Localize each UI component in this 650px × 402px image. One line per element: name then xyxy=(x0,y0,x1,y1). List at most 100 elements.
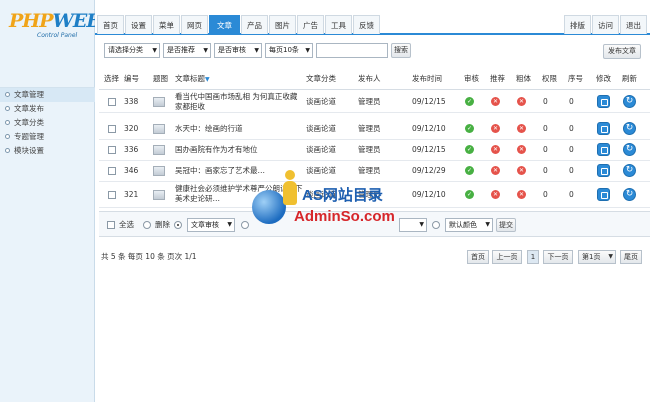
row-order: 0 xyxy=(569,190,574,199)
cross-icon[interactable]: ✕ xyxy=(517,145,526,154)
table-row: 336 国办画院有作为才有地位 谈画论道 管理员 09/12/15 ✓ ✕ ✕ … xyxy=(99,139,650,161)
refresh-icon[interactable]: ↻ xyxy=(623,122,636,135)
option-radio[interactable] xyxy=(241,221,249,229)
check-icon[interactable]: ✓ xyxy=(465,145,474,154)
publish-article-button[interactable]: 发布文章 xyxy=(603,44,641,59)
tab-tools[interactable]: 工具 xyxy=(325,15,352,34)
cross-icon[interactable]: ✕ xyxy=(517,124,526,133)
audit-radio[interactable] xyxy=(174,221,182,229)
tab-logout[interactable]: 退出 xyxy=(620,15,647,34)
search-input[interactable] xyxy=(316,43,388,58)
check-icon[interactable]: ✓ xyxy=(465,166,474,175)
image-icon[interactable] xyxy=(153,166,165,176)
tab-visit[interactable]: 访问 xyxy=(592,15,619,34)
watermark-url: AdminSo.com xyxy=(294,208,395,225)
audit-select[interactable]: 是否审核 ▼ xyxy=(214,43,262,58)
row-category: 谈画论道 xyxy=(306,145,336,154)
refresh-icon[interactable]: ↻ xyxy=(623,188,636,201)
col-edit: 修改 xyxy=(596,74,611,83)
color-select[interactable]: 默认颜色 ▼ xyxy=(445,218,493,232)
row-checkbox[interactable] xyxy=(108,125,116,133)
tab-home[interactable]: 首页 xyxy=(97,15,124,34)
select-all-label: 全选 xyxy=(119,220,134,229)
cross-icon[interactable]: ✕ xyxy=(517,190,526,199)
tab-articles[interactable]: 文章 xyxy=(209,15,240,34)
page-jump-select[interactable]: 第1页 ▼ xyxy=(578,250,616,264)
tab-menu[interactable]: 菜单 xyxy=(153,15,180,34)
tab-layout[interactable]: 排版 xyxy=(564,15,591,34)
last-page-button[interactable]: 尾页 xyxy=(620,250,642,264)
bullet-icon xyxy=(5,92,10,97)
row-checkbox[interactable] xyxy=(108,146,116,154)
cross-icon[interactable]: ✕ xyxy=(517,166,526,175)
check-icon[interactable]: ✓ xyxy=(465,97,474,106)
cross-icon[interactable]: ✕ xyxy=(517,97,526,106)
top-nav: 首页 设置 菜单 网页 文章 产品 图片 广告 工具 反馈 排版 访问 退出 xyxy=(95,0,650,35)
refresh-icon[interactable]: ↻ xyxy=(623,95,636,108)
cross-icon[interactable]: ✕ xyxy=(491,145,500,154)
image-icon[interactable] xyxy=(153,190,165,200)
refresh-icon[interactable]: ↻ xyxy=(623,164,636,177)
tab-products[interactable]: 产品 xyxy=(241,15,268,34)
chevron-down-icon: ▼ xyxy=(203,47,208,54)
edit-icon[interactable] xyxy=(597,188,610,201)
row-checkbox[interactable] xyxy=(108,191,116,199)
row-title-link[interactable]: 水天中：绘画的行道 xyxy=(175,118,243,140)
row-date: 09/12/10 xyxy=(412,124,446,133)
per-page-select[interactable]: 每页10条 ▼ xyxy=(265,43,313,58)
col-select: 选择 xyxy=(104,74,119,83)
edit-icon[interactable] xyxy=(597,95,610,108)
current-page[interactable]: 1 xyxy=(527,250,539,264)
row-title-link[interactable]: 看当代中国画市场乱相 为何真正收藏家都拒收 xyxy=(175,92,303,112)
row-permission: 0 xyxy=(543,97,548,106)
watermark: AS网站目录 AdminSo.com xyxy=(250,170,430,242)
recommend-select[interactable]: 是否推荐 ▼ xyxy=(163,43,211,58)
row-date: 09/12/15 xyxy=(412,145,446,154)
col-category: 文章分类 xyxy=(306,74,336,83)
logo: PHPWEB Control Panel xyxy=(9,10,102,44)
sidebar-item-article-category[interactable]: 文章分类 xyxy=(0,116,95,130)
row-checkbox[interactable] xyxy=(108,167,116,175)
cross-icon[interactable]: ✕ xyxy=(491,166,500,175)
check-icon[interactable]: ✓ xyxy=(465,190,474,199)
refresh-icon[interactable]: ↻ xyxy=(623,143,636,156)
sidebar-item-module-settings[interactable]: 模块设置 xyxy=(0,144,95,158)
next-page-button[interactable]: 下一页 xyxy=(543,250,573,264)
sidebar-item-topic-manage[interactable]: 专题管理 xyxy=(0,130,95,144)
image-icon[interactable] xyxy=(153,124,165,134)
sidebar-item-article-publish[interactable]: 文章发布 xyxy=(0,102,95,116)
cross-icon[interactable]: ✕ xyxy=(491,124,500,133)
color-radio[interactable] xyxy=(432,221,440,229)
table-row: 320 水天中：绘画的行道 谈画论道 管理员 09/12/10 ✓ ✕ ✕ 0 … xyxy=(99,118,650,140)
col-title[interactable]: 文章标题▼ xyxy=(175,68,210,91)
search-button[interactable]: 搜索 xyxy=(391,43,411,58)
prev-page-button[interactable]: 上一页 xyxy=(492,250,522,264)
left-sidebar: PHPWEB Control Panel 文章管理 文章发布 文章分类 专题管理… xyxy=(0,0,102,402)
submit-button[interactable]: 提交 xyxy=(496,218,516,232)
delete-radio[interactable] xyxy=(143,221,151,229)
row-checkbox[interactable] xyxy=(108,98,116,106)
row-permission: 0 xyxy=(543,190,548,199)
edit-icon[interactable] xyxy=(597,164,610,177)
first-page-button[interactable]: 首页 xyxy=(467,250,489,264)
image-icon[interactable] xyxy=(153,145,165,155)
tab-settings[interactable]: 设置 xyxy=(125,15,152,34)
sidebar-item-article-manage[interactable]: 文章管理 xyxy=(0,88,95,102)
audit-action-select[interactable]: 文章审核 ▼ xyxy=(187,218,235,232)
cross-icon[interactable]: ✕ xyxy=(491,190,500,199)
row-title-link[interactable]: 国办画院有作为才有地位 xyxy=(175,139,258,161)
person-icon xyxy=(280,170,300,210)
tab-ads[interactable]: 广告 xyxy=(297,15,324,34)
select-all-checkbox[interactable] xyxy=(107,221,115,229)
bullet-icon xyxy=(5,106,10,111)
edit-icon[interactable] xyxy=(597,122,610,135)
color-select-value: 默认颜色 xyxy=(449,221,477,229)
tab-feedback[interactable]: 反馈 xyxy=(353,15,380,34)
tab-pages[interactable]: 网页 xyxy=(181,15,208,34)
image-icon[interactable] xyxy=(153,97,165,107)
cross-icon[interactable]: ✕ xyxy=(491,97,500,106)
tab-images[interactable]: 图片 xyxy=(269,15,296,34)
check-icon[interactable]: ✓ xyxy=(465,124,474,133)
edit-icon[interactable] xyxy=(597,143,610,156)
category-select[interactable]: 请选择分类 ▼ xyxy=(104,43,160,58)
